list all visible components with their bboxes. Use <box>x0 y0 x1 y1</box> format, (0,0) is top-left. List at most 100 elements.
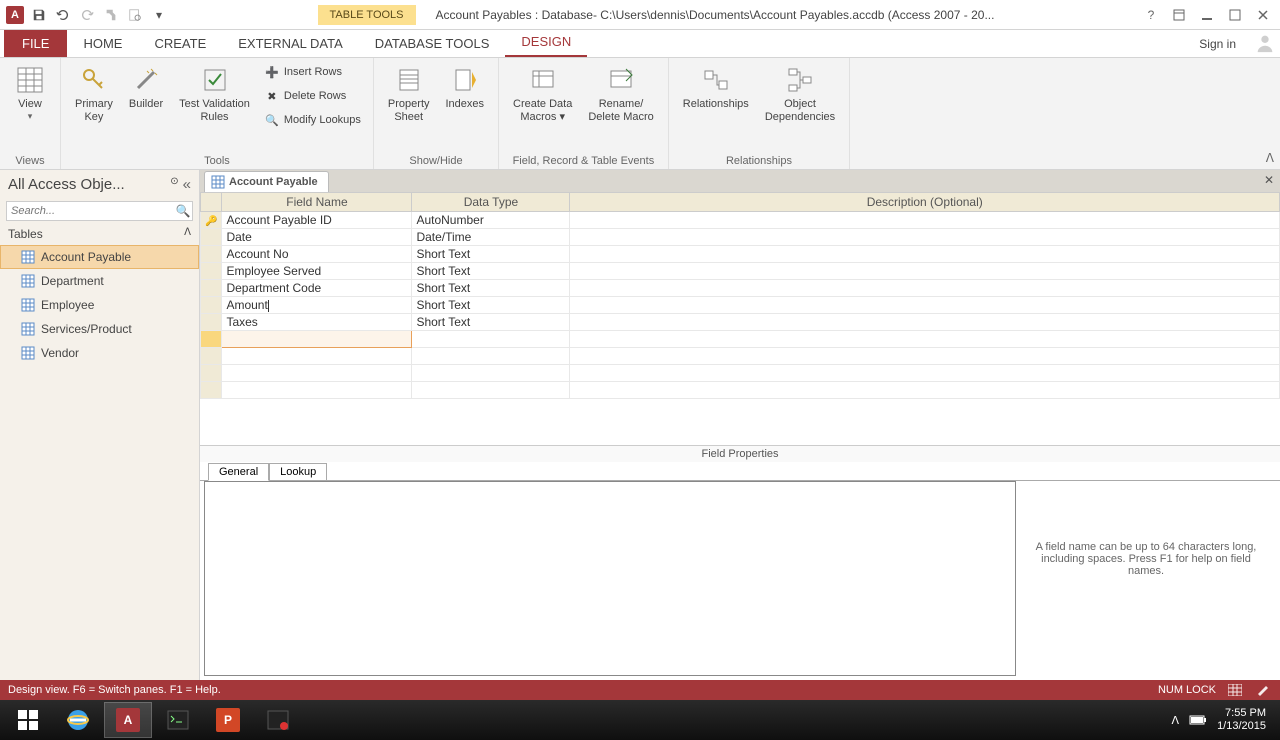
row-selector[interactable] <box>201 246 222 263</box>
nav-dropdown-icon[interactable]: ⊙ <box>170 176 178 193</box>
data-type-cell[interactable]: Short Text <box>412 280 570 297</box>
view-button[interactable]: View ▾ <box>8 62 52 124</box>
description-cell[interactable] <box>570 365 1280 382</box>
start-button[interactable] <box>4 702 52 738</box>
row-selector[interactable] <box>201 314 222 331</box>
table-row[interactable]: Department CodeShort Text <box>201 280 1280 297</box>
row-selector[interactable] <box>201 348 222 365</box>
col-data-type[interactable]: Data Type <box>412 193 570 212</box>
design-grid[interactable]: Field Name Data Type Description (Option… <box>200 192 1280 399</box>
powerpoint-icon[interactable]: P <box>204 702 252 738</box>
data-type-cell[interactable]: Short Text <box>412 297 570 314</box>
tray-chevron-icon[interactable]: ᐱ <box>1172 714 1180 727</box>
table-row-empty[interactable] <box>201 348 1280 365</box>
minimize-icon[interactable] <box>1194 5 1220 25</box>
battery-icon[interactable] <box>1189 714 1207 726</box>
terminal-icon[interactable] <box>154 702 202 738</box>
tab-design[interactable]: DESIGN <box>505 28 587 57</box>
description-cell[interactable] <box>570 280 1280 297</box>
row-selector[interactable] <box>201 263 222 280</box>
row-selector[interactable] <box>201 297 222 314</box>
nav-item-employee[interactable]: Employee <box>0 293 199 317</box>
row-selector[interactable]: 🔑 <box>201 212 222 229</box>
row-selector-active[interactable] <box>201 331 222 348</box>
primary-key-button[interactable]: Primary Key <box>69 62 119 126</box>
field-name-cell[interactable]: Amount <box>222 297 412 314</box>
field-name-cell[interactable]: Account Payable ID <box>222 212 412 229</box>
relationships-button[interactable]: Relationships <box>677 62 755 113</box>
prop-grid[interactable] <box>204 481 1016 676</box>
row-selector[interactable] <box>201 382 222 399</box>
description-cell[interactable] <box>570 212 1280 229</box>
delete-rows-button[interactable]: ✖Delete Rows <box>260 86 365 106</box>
table-row[interactable]: 🔑Account Payable IDAutoNumber <box>201 212 1280 229</box>
collapse-ribbon-icon[interactable]: ᐱ <box>1266 151 1274 165</box>
col-field-name[interactable]: Field Name <box>222 193 412 212</box>
object-dependencies-button[interactable]: Object Dependencies <box>759 62 841 126</box>
data-type-cell[interactable]: AutoNumber <box>412 212 570 229</box>
builder-button[interactable]: Builder <box>123 62 169 113</box>
table-row[interactable]: AmountShort Text <box>201 297 1280 314</box>
doc-close-icon[interactable]: ✕ <box>1264 173 1274 187</box>
recorder-icon[interactable] <box>254 702 302 738</box>
table-row-new[interactable] <box>201 331 1280 348</box>
tab-create[interactable]: CREATE <box>138 30 222 57</box>
tab-external-data[interactable]: EXTERNAL DATA <box>222 30 359 57</box>
data-type-cell[interactable] <box>412 365 570 382</box>
nav-item-account-payable[interactable]: Account Payable <box>0 245 199 269</box>
data-type-cell[interactable]: Date/Time <box>412 229 570 246</box>
data-type-cell[interactable]: Short Text <box>412 314 570 331</box>
description-cell[interactable] <box>570 382 1280 399</box>
datasheet-view-icon[interactable] <box>1226 682 1244 698</box>
select-all-cell[interactable] <box>201 193 222 212</box>
tab-database-tools[interactable]: DATABASE TOOLS <box>359 30 506 57</box>
field-name-cell[interactable] <box>222 365 412 382</box>
indexes-button[interactable]: Indexes <box>440 62 491 113</box>
modify-lookups-button[interactable]: 🔍Modify Lookups <box>260 110 365 130</box>
profile-icon[interactable] <box>1250 29 1280 57</box>
save-icon[interactable] <box>28 4 50 26</box>
nav-group-tables[interactable]: Tables ᐱ <box>0 223 199 245</box>
description-cell[interactable] <box>570 331 1280 348</box>
table-row-empty[interactable] <box>201 382 1280 399</box>
nav-collapse-icon[interactable]: « <box>183 176 191 193</box>
redo-icon[interactable] <box>76 4 98 26</box>
data-type-cell[interactable]: Short Text <box>412 263 570 280</box>
maximize-icon[interactable] <box>1222 5 1248 25</box>
data-type-cell[interactable] <box>412 331 570 348</box>
search-input[interactable] <box>7 205 174 217</box>
insert-rows-button[interactable]: ➕Insert Rows <box>260 62 365 82</box>
rename-delete-macro-button[interactable]: Rename/ Delete Macro <box>582 62 659 126</box>
tab-home[interactable]: HOME <box>67 30 138 57</box>
table-row[interactable]: Employee ServedShort Text <box>201 263 1280 280</box>
app-icon[interactable]: A <box>4 4 26 26</box>
nav-item-vendor[interactable]: Vendor <box>0 341 199 365</box>
description-cell[interactable] <box>570 263 1280 280</box>
sign-in-link[interactable]: Sign in <box>1185 31 1250 57</box>
row-selector[interactable] <box>201 229 222 246</box>
data-type-cell[interactable]: Short Text <box>412 246 570 263</box>
description-cell[interactable] <box>570 229 1280 246</box>
description-cell[interactable] <box>570 297 1280 314</box>
field-name-cell[interactable] <box>222 331 412 348</box>
description-cell[interactable] <box>570 246 1280 263</box>
field-name-cell[interactable] <box>222 348 412 365</box>
row-selector[interactable] <box>201 365 222 382</box>
field-name-cell[interactable] <box>222 382 412 399</box>
prop-tab-general[interactable]: General <box>208 463 269 481</box>
prop-tab-lookup[interactable]: Lookup <box>269 463 327 481</box>
search-icon[interactable]: 🔍 <box>174 204 192 218</box>
nav-header[interactable]: All Access Obje... ⊙ « <box>0 170 199 199</box>
data-type-cell[interactable] <box>412 382 570 399</box>
undo-icon[interactable] <box>52 4 74 26</box>
file-tab[interactable]: FILE <box>4 30 67 57</box>
access-taskbar-icon[interactable]: A <box>104 702 152 738</box>
doc-tab-account-payable[interactable]: Account Payable <box>204 171 329 192</box>
field-name-cell[interactable]: Account No <box>222 246 412 263</box>
help-icon[interactable]: ? <box>1138 5 1164 25</box>
table-row-empty[interactable] <box>201 365 1280 382</box>
nav-item-department[interactable]: Department <box>0 269 199 293</box>
nav-item-services-product[interactable]: Services/Product <box>0 317 199 341</box>
table-row[interactable]: Account NoShort Text <box>201 246 1280 263</box>
ie-icon[interactable] <box>54 702 102 738</box>
